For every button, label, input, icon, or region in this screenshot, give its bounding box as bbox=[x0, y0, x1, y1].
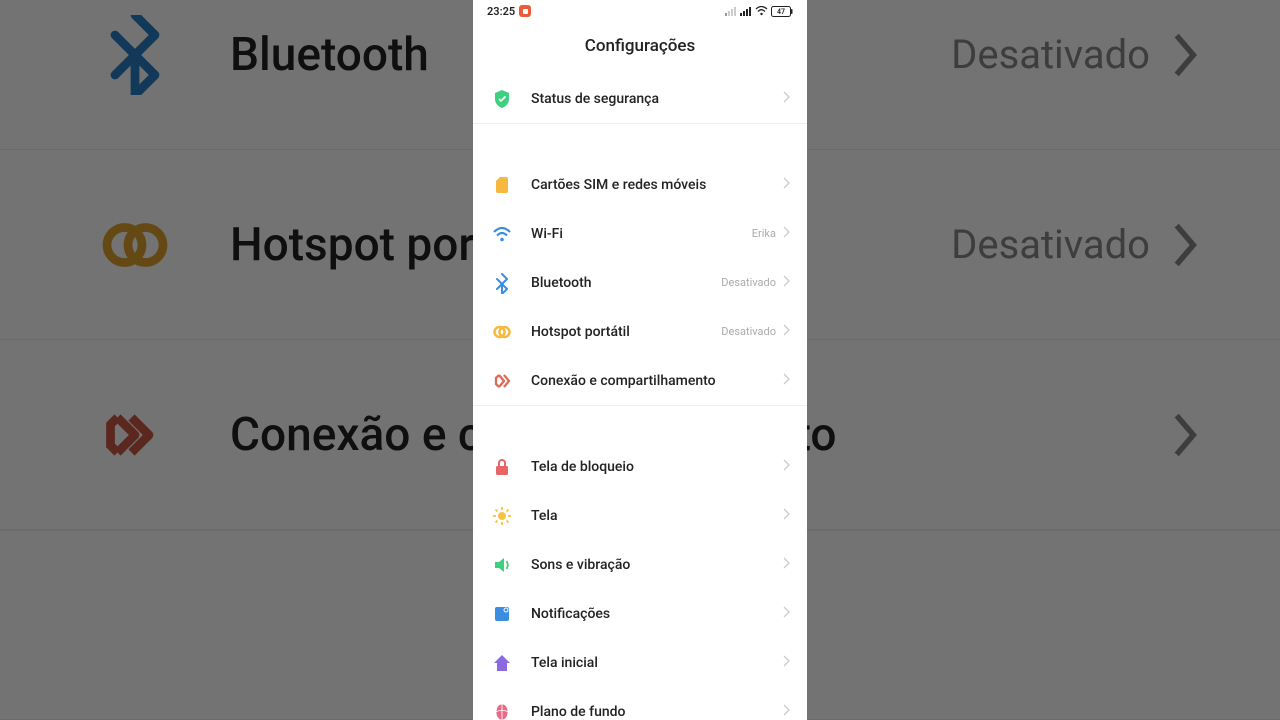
battery-icon: 47 bbox=[771, 6, 793, 17]
row-label: Sons e vibração bbox=[531, 557, 782, 573]
row-label: Plano de fundo bbox=[531, 704, 782, 720]
wallpaper-icon bbox=[491, 701, 513, 720]
wifi-status-icon bbox=[755, 6, 768, 16]
settings-row-home[interactable]: Tela inicial bbox=[473, 638, 807, 687]
row-label: Hotspot portátil bbox=[531, 324, 721, 340]
chevron-right-icon bbox=[782, 371, 791, 390]
chevron-right-icon bbox=[782, 273, 791, 292]
sound-icon bbox=[491, 554, 513, 576]
chevron-right-icon bbox=[782, 604, 791, 623]
settings-row-wifi[interactable]: Wi-FiErika bbox=[473, 209, 807, 258]
sim-icon bbox=[491, 174, 513, 196]
row-label: Tela de bloqueio bbox=[531, 459, 782, 475]
settings-row-share[interactable]: Conexão e compartilhamento bbox=[473, 356, 807, 405]
row-label: Tela bbox=[531, 508, 782, 524]
row-status: Desativado bbox=[721, 325, 776, 338]
signal-icon-2 bbox=[740, 7, 752, 16]
row-label: Notificações bbox=[531, 606, 782, 622]
recording-icon bbox=[519, 5, 531, 17]
lock-icon bbox=[491, 456, 513, 478]
page-title: Configurações bbox=[473, 22, 807, 74]
phone-frame: 23:25 47 Configurações Status de seguran… bbox=[473, 0, 807, 720]
settings-group: Status de segurança bbox=[473, 74, 807, 124]
bell-icon bbox=[491, 603, 513, 625]
chevron-right-icon bbox=[782, 555, 791, 574]
row-label: Tela inicial bbox=[531, 655, 782, 671]
row-status: Erika bbox=[752, 227, 776, 240]
status-bar: 23:25 47 bbox=[473, 0, 807, 22]
share-icon bbox=[491, 370, 513, 392]
signal-icon-1 bbox=[725, 7, 737, 16]
settings-row-lock[interactable]: Tela de bloqueio bbox=[473, 442, 807, 491]
shield-icon bbox=[491, 88, 513, 110]
row-label: Conexão e compartilhamento bbox=[531, 373, 782, 389]
settings-row-sound[interactable]: Sons e vibração bbox=[473, 540, 807, 589]
sun-icon bbox=[491, 505, 513, 527]
settings-list[interactable]: Status de segurança Cartões SIM e redes m… bbox=[473, 74, 807, 720]
chevron-right-icon bbox=[782, 89, 791, 108]
settings-group: Tela de bloqueio Tela Sons e vibração Notif… bbox=[473, 442, 807, 720]
settings-row-hotspot[interactable]: Hotspot portátilDesativado bbox=[473, 307, 807, 356]
row-status: Desativado bbox=[721, 276, 776, 289]
bluetooth-icon bbox=[491, 272, 513, 294]
row-label: Cartões SIM e redes móveis bbox=[531, 177, 782, 193]
group-gap bbox=[473, 406, 807, 442]
settings-row-sim[interactable]: Cartões SIM e redes móveis bbox=[473, 160, 807, 209]
settings-row-sun[interactable]: Tela bbox=[473, 491, 807, 540]
chevron-right-icon bbox=[782, 653, 791, 672]
chevron-right-icon bbox=[782, 506, 791, 525]
row-label: Bluetooth bbox=[531, 275, 721, 291]
settings-row-bluetooth[interactable]: BluetoothDesativado bbox=[473, 258, 807, 307]
svg-text:47: 47 bbox=[777, 8, 785, 16]
home-icon bbox=[491, 652, 513, 674]
wifi-icon bbox=[491, 223, 513, 245]
hotspot-icon bbox=[491, 321, 513, 343]
settings-row-bell[interactable]: Notificações bbox=[473, 589, 807, 638]
chevron-right-icon bbox=[782, 457, 791, 476]
group-gap bbox=[473, 124, 807, 160]
settings-group: Cartões SIM e redes móveisWi-FiErikaBlue… bbox=[473, 160, 807, 406]
settings-row-wallpaper[interactable]: Plano de fundo bbox=[473, 687, 807, 720]
chevron-right-icon bbox=[782, 322, 791, 341]
row-label: Wi-Fi bbox=[531, 226, 752, 242]
row-label: Status de segurança bbox=[531, 91, 782, 107]
chevron-right-icon bbox=[782, 175, 791, 194]
chevron-right-icon bbox=[782, 702, 791, 720]
settings-row-shield[interactable]: Status de segurança bbox=[473, 74, 807, 123]
chevron-right-icon bbox=[782, 224, 791, 243]
status-time: 23:25 bbox=[487, 5, 515, 18]
